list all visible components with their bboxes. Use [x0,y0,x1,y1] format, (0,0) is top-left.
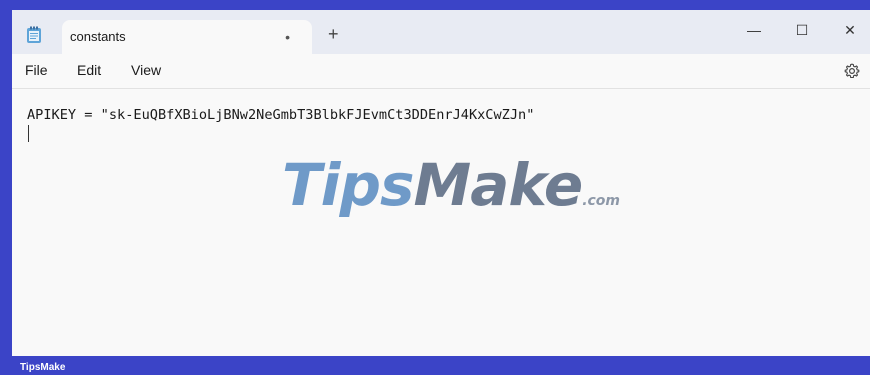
editor-line-1: APIKEY = "sk-EuQBfXBioLjBNw2NeGmbT3BlbkF… [27,107,535,123]
footer-brand: TipsMake [20,362,66,373]
text-editor[interactable]: APIKEY = "sk-EuQBfXBioLjBNw2NeGmbT3BlbkF… [12,89,870,356]
new-tab-button[interactable]: + [328,25,339,43]
unsaved-dot-icon[interactable]: • [285,29,290,45]
menu-view[interactable]: View [131,62,161,78]
watermark-tips: Tips [282,151,414,219]
tab-title: constants [70,29,126,44]
menu-edit[interactable]: Edit [77,62,101,78]
text-caret [28,125,29,142]
gear-icon[interactable] [844,63,860,79]
menu-bar: File Edit View [12,54,870,89]
minimize-icon: — [747,22,761,38]
close-button[interactable]: ✕ [830,16,870,44]
close-icon: ✕ [844,22,856,38]
tipsmake-watermark: TipsMake.com [282,153,620,233]
title-bar: constants • + — ☐ ✕ [12,10,870,54]
watermark-com: .com [582,193,621,209]
notepad-app-icon [27,26,41,43]
minimize-button[interactable]: — [734,16,774,44]
watermark-make: Make [413,151,583,219]
maximize-button[interactable]: ☐ [782,16,822,44]
notepad-window: constants • + — ☐ ✕ File Edit View APIKE… [12,10,870,356]
maximize-icon: ☐ [795,22,809,38]
menu-file[interactable]: File [25,62,48,78]
tab-constants[interactable]: constants • [62,20,312,54]
